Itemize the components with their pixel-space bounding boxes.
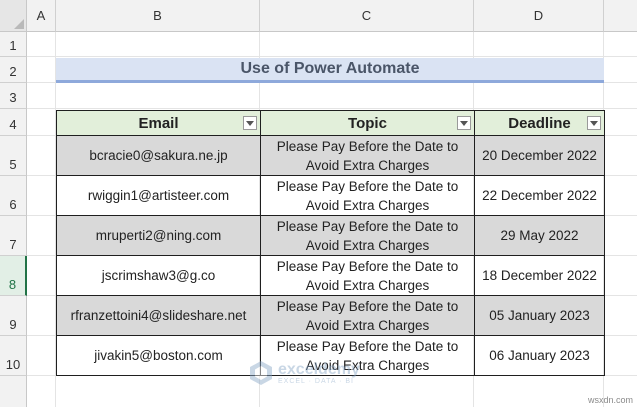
row-header-11[interactable] [0,376,27,407]
row-header-7[interactable]: 7 [0,216,27,256]
topic-line: Please Pay Before the Date to [276,178,459,194]
topic-cell[interactable]: Please Pay Before the Date to Avoid Extra… [260,335,475,376]
email-cell[interactable]: jivakin5@boston.com [56,335,261,376]
row-header-5[interactable]: 5 [0,136,27,176]
header-deadline[interactable]: Deadline [474,110,605,136]
email-cell[interactable]: jscrimshaw3@g.co [56,255,261,296]
topic-cell[interactable]: Please Pay Before the Date to Avoid Extra… [260,175,475,216]
email-cell[interactable]: bcracie0@sakura.ne.jp [56,135,261,176]
topic-line: Avoid Extra Charges [305,317,430,333]
filter-dropdown-icon[interactable] [243,116,257,130]
table-row: bcracie0@sakura.ne.jp Please Pay Before … [56,135,605,176]
deadline-cell[interactable]: 22 December 2022 [474,175,605,216]
topic-line: Avoid Extra Charges [305,237,430,253]
source-mark: wsxdn.com [587,395,633,405]
topic-line: Please Pay Before the Date to [276,218,459,234]
email-cell[interactable]: rwiggin1@artisteer.com [56,175,261,216]
select-all-corner[interactable] [0,0,27,32]
filter-dropdown-icon[interactable] [457,116,471,130]
row-header-9[interactable]: 9 [0,296,27,336]
topic-line: Avoid Extra Charges [305,357,430,373]
email-table: Email Topic Deadline bcracie0@sakura.ne.… [56,110,605,376]
topic-line: Please Pay Before the Date to [276,338,459,354]
topic-cell[interactable]: Please Pay Before the Date to Avoid Extra… [260,135,475,176]
row-header-10[interactable]: 10 [0,336,27,376]
table-header-row: Email Topic Deadline [56,110,605,136]
topic-line: Please Pay Before the Date to [276,258,459,274]
header-topic[interactable]: Topic [260,110,475,136]
row-header-3[interactable]: 3 [0,83,27,109]
table-row: jivakin5@boston.com Please Pay Before th… [56,335,605,376]
topic-cell[interactable]: Please Pay Before the Date to Avoid Extra… [260,255,475,296]
topic-cell[interactable]: Please Pay Before the Date to Avoid Extra… [260,215,475,256]
email-cell[interactable]: mruperti2@ning.com [56,215,261,256]
column-header-d[interactable]: D [474,0,604,32]
column-header-a[interactable]: A [27,0,56,32]
topic-line: Please Pay Before the Date to [276,138,459,154]
header-deadline-label: Deadline [508,114,571,132]
email-cell[interactable]: rfranzettoini4@slideshare.net [56,295,261,336]
column-header-b[interactable]: B [56,0,260,32]
topic-cell[interactable]: Please Pay Before the Date to Avoid Extra… [260,295,475,336]
deadline-cell[interactable]: 06 January 2023 [474,335,605,376]
header-email-label: Email [138,114,179,132]
table-row: rfranzettoini4@slideshare.net Please Pay… [56,295,605,336]
table-row: jscrimshaw3@g.co Please Pay Before the D… [56,255,605,296]
row-header-4[interactable]: 4 [0,109,27,136]
topic-line: Avoid Extra Charges [305,197,430,213]
topic-line: Avoid Extra Charges [305,277,430,293]
column-header-c[interactable]: C [260,0,474,32]
row-header-8[interactable]: 8 [0,256,27,296]
sheet-title: Use of Power Automate [56,58,604,83]
row-header-2[interactable]: 2 [0,57,27,83]
header-topic-label: Topic [348,114,387,132]
deadline-cell[interactable]: 18 December 2022 [474,255,605,296]
filter-dropdown-icon[interactable] [587,116,601,130]
topic-line: Please Pay Before the Date to [276,298,459,314]
row-header-6[interactable]: 6 [0,176,27,216]
column-header-e[interactable] [604,0,637,32]
row-header-1[interactable]: 1 [0,32,27,57]
deadline-cell[interactable]: 29 May 2022 [474,215,605,256]
topic-line: Avoid Extra Charges [305,157,430,173]
table-row: mruperti2@ning.com Please Pay Before the… [56,215,605,256]
table-row: rwiggin1@artisteer.com Please Pay Before… [56,175,605,216]
deadline-cell[interactable]: 20 December 2022 [474,135,605,176]
deadline-cell[interactable]: 05 January 2023 [474,295,605,336]
header-email[interactable]: Email [56,110,261,136]
